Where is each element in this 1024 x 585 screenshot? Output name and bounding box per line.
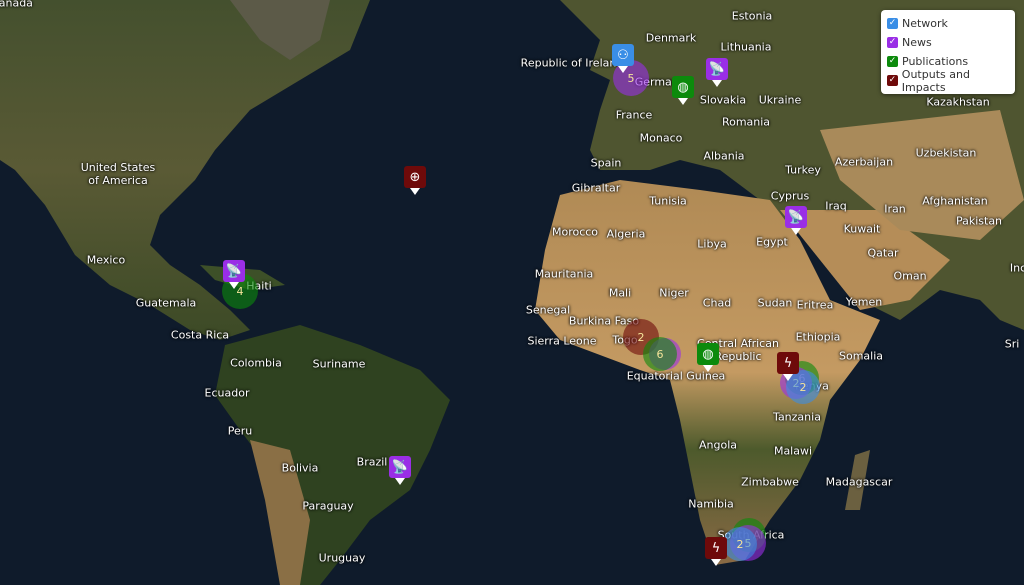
- place-label: Mauritania: [534, 267, 594, 281]
- globe-icon: ◍: [702, 346, 714, 362]
- place-label: Namibia: [688, 497, 734, 511]
- publications-marker[interactable]: ◍: [697, 343, 719, 372]
- place-label: Costa Rica: [170, 328, 230, 342]
- legend-label: Network: [902, 17, 948, 30]
- satellite-map[interactable]: [0, 0, 1024, 585]
- place-label: Estonia: [731, 9, 773, 23]
- place-label: Gibraltar: [571, 181, 621, 195]
- place-label: Slovakia: [699, 93, 747, 107]
- news-marker[interactable]: 📡: [785, 206, 807, 235]
- place-label: Eritrea: [796, 298, 834, 312]
- place-label: Ethiopia: [795, 330, 841, 344]
- place-label: Suriname: [312, 357, 366, 371]
- place-label: Yemen: [845, 295, 883, 309]
- place-label: Inc: [1009, 261, 1024, 275]
- legend-label: Outputs and Impacts: [901, 67, 970, 94]
- place-label: Malawi: [773, 444, 813, 458]
- legend-label: News: [902, 36, 932, 49]
- place-label: Zimbabwe: [741, 475, 799, 489]
- place-label: Morocco: [551, 225, 599, 239]
- place-label: Canada: [0, 0, 33, 10]
- place-label: Qatar: [867, 246, 899, 260]
- place-label: Colombia: [230, 356, 282, 370]
- broadcast-tower-icon: 📡: [708, 61, 726, 77]
- place-label: Tunisia: [649, 194, 687, 208]
- place-label: Sri: [1004, 337, 1020, 351]
- place-label: Iraq: [825, 199, 847, 213]
- legend-item-outputs-and-impacts[interactable]: ✓ Outputs and Impacts: [887, 68, 1015, 94]
- globe-icon: ◍: [677, 79, 689, 95]
- place-label: Turkey: [785, 163, 821, 177]
- place-label: France: [615, 108, 653, 122]
- place-label: Uruguay: [318, 551, 366, 565]
- place-label: Iran: [884, 202, 906, 216]
- place-label: Albania: [703, 149, 745, 163]
- place-label: Azerbaijan: [834, 155, 894, 169]
- people-icon: ⚇: [617, 47, 629, 63]
- place-label: Paraguay: [302, 499, 354, 513]
- north-america: [0, 0, 370, 340]
- place-label: Ecuador: [204, 386, 250, 400]
- lightning-icon: ϟ: [783, 355, 793, 371]
- place-label: Afghanistan: [922, 194, 988, 208]
- place-label: Spain: [590, 156, 622, 170]
- place-label: Uzbekistan: [915, 146, 977, 160]
- broadcast-tower-icon: 📡: [391, 459, 409, 475]
- place-label: Brazil: [356, 455, 388, 469]
- outputs-marker[interactable]: ϟ: [705, 537, 727, 566]
- place-label: Pakistan: [955, 214, 1003, 228]
- place-label: Monaco: [639, 131, 683, 145]
- checkbox-icon[interactable]: ✓: [887, 56, 898, 67]
- place-label: Senegal: [525, 303, 571, 317]
- place-label: Romania: [721, 115, 771, 129]
- place-label: Somalia: [838, 349, 884, 363]
- place-label: Bolivia: [281, 461, 319, 475]
- place-label: Peru: [227, 424, 253, 438]
- place-label: Niger: [659, 286, 689, 300]
- publications-marker[interactable]: ◍: [672, 76, 694, 105]
- news-marker[interactable]: 📡: [223, 260, 245, 289]
- place-label: Madagascar: [825, 475, 893, 489]
- place-label: Ukraine: [758, 93, 802, 107]
- checkbox-icon[interactable]: ✓: [887, 18, 898, 29]
- news-marker[interactable]: 📡: [706, 58, 728, 87]
- checkbox-icon[interactable]: ✓: [887, 75, 898, 86]
- network-marker[interactable]: ⚇: [612, 44, 634, 73]
- place-label: Kuwait: [843, 222, 881, 236]
- place-label: Sierra Leone: [527, 334, 597, 348]
- place-label: Egypt: [756, 235, 788, 249]
- place-label: Cyprus: [770, 189, 810, 203]
- place-label: Algeria: [606, 227, 646, 241]
- checkbox-icon[interactable]: ✓: [887, 37, 898, 48]
- network-cluster[interactable]: 2: [723, 527, 757, 561]
- outputs-marker[interactable]: ϟ: [777, 352, 799, 381]
- broadcast-tower-icon: 📡: [787, 209, 805, 225]
- place-label: Guatemala: [135, 296, 197, 310]
- legend-item-network[interactable]: ✓ Network: [887, 14, 1015, 33]
- place-label: Mali: [608, 286, 632, 300]
- outputs-marker[interactable]: ⊕: [404, 166, 426, 195]
- place-label: Republic of Ireland: [520, 56, 624, 70]
- place-label: Angola: [698, 438, 738, 452]
- publications-cluster[interactable]: 6: [643, 337, 677, 371]
- place-label: Chad: [702, 296, 732, 310]
- place-label: Sudan: [757, 296, 793, 310]
- place-label: Mexico: [86, 253, 126, 267]
- place-label: Libya: [697, 237, 727, 251]
- broadcast-tower-icon: 📡: [225, 263, 243, 279]
- map-legend: ✓ Network ✓ News ✓ Publications ✓ Outputs and I…: [881, 10, 1015, 94]
- place-label: Kazakhstan: [926, 95, 990, 109]
- lightning-icon: ϟ: [711, 540, 721, 556]
- place-label: Oman: [893, 269, 927, 283]
- place-label: Lithuania: [720, 40, 772, 54]
- place-label: Denmark: [645, 31, 697, 45]
- news-marker[interactable]: 📡: [389, 456, 411, 485]
- legend-label: Publications: [902, 55, 969, 68]
- legend-item-news[interactable]: ✓ News: [887, 33, 1015, 52]
- place-label: United States of America: [80, 161, 156, 187]
- globe-grid-icon: ⊕: [409, 169, 421, 185]
- place-label: Tanzania: [773, 410, 821, 424]
